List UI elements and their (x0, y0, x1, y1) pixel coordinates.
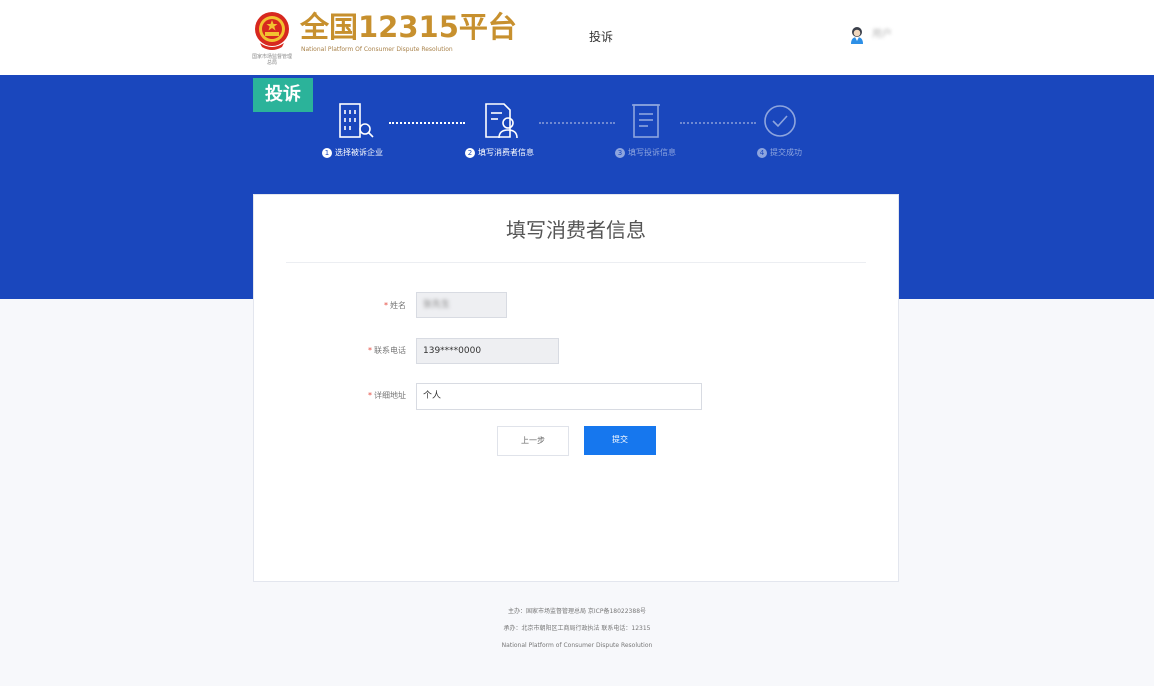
step-4-label: 4 提交成功 (757, 147, 802, 159)
phone-field[interactable]: 139****0000 (416, 338, 559, 364)
phone-label-text: 联系电话 (374, 346, 406, 355)
emblem-caption: 国家市场监督管理总局 (251, 54, 292, 66)
step-text: 选择被诉企业 (335, 148, 383, 157)
nav-complaint-link[interactable]: 投诉 (589, 29, 613, 45)
national-emblem-icon (255, 12, 289, 50)
step-number: 4 (757, 147, 767, 158)
user-avatar-icon[interactable] (850, 26, 864, 44)
footer-organizer: 承办：北京市朝阳区工商局行政执法 联系电话：12315 (503, 625, 651, 632)
phone-value: 139****0000 (423, 346, 482, 356)
platform-title[interactable]: 全国12315平台 (300, 9, 517, 45)
footer-sponsor: 主办：国家市场监督管理总局 京ICP备18022388号 (507, 608, 647, 615)
top-header: 国家市场监督管理总局 全国12315平台 National Platform O… (0, 0, 1154, 75)
consumer-info-icon (485, 103, 518, 139)
required-mark: * (368, 346, 372, 355)
user-name[interactable]: 用户 (872, 28, 902, 42)
complaint-tag: 投诉 (253, 78, 313, 112)
phone-label: * 联系电话 (316, 345, 406, 357)
name-label-text: 姓名 (390, 301, 406, 310)
complaint-document-icon (632, 104, 660, 138)
step-text: 提交成功 (770, 148, 802, 157)
step-1-label: 1 选择被诉企业 (322, 147, 383, 159)
submit-button[interactable]: 提交 (584, 426, 656, 455)
step-2-label: 2 填写消费者信息 (465, 147, 534, 159)
required-mark: * (384, 301, 388, 310)
step-connector (539, 122, 615, 124)
step-number: 1 (322, 147, 332, 158)
platform-subtitle: National Platform Of Consumer Dispute Re… (301, 46, 453, 53)
form-title: 填写消费者信息 (506, 218, 646, 242)
step-number: 3 (615, 147, 625, 158)
title-divider (286, 262, 866, 263)
check-circle-icon (764, 105, 796, 137)
required-mark: * (368, 391, 372, 400)
footer-english-name: National Platform of Consumer Dispute Re… (501, 642, 653, 649)
prev-step-button[interactable]: 上一步 (497, 426, 569, 456)
step-text: 填写消费者信息 (478, 148, 534, 157)
step-connector (680, 122, 756, 124)
name-label: * 姓名 (316, 300, 406, 312)
address-field[interactable]: 个人 (416, 383, 702, 410)
step-number: 2 (465, 147, 475, 158)
step-3-label: 3 填写投诉信息 (615, 147, 676, 159)
step-text: 填写投诉信息 (628, 148, 676, 157)
address-label-text: 详细地址 (374, 391, 406, 400)
address-label: * 详细地址 (316, 390, 406, 402)
consumer-info-card: 填写消费者信息 * 姓名 张先生 * 联系电话 139****0000 * 详细地址 … (253, 194, 899, 582)
step-connector (389, 122, 465, 124)
name-value: 张先生 (423, 300, 451, 310)
building-search-icon (339, 103, 374, 138)
name-field[interactable]: 张先生 (416, 292, 507, 318)
address-value: 个人 (423, 391, 442, 401)
